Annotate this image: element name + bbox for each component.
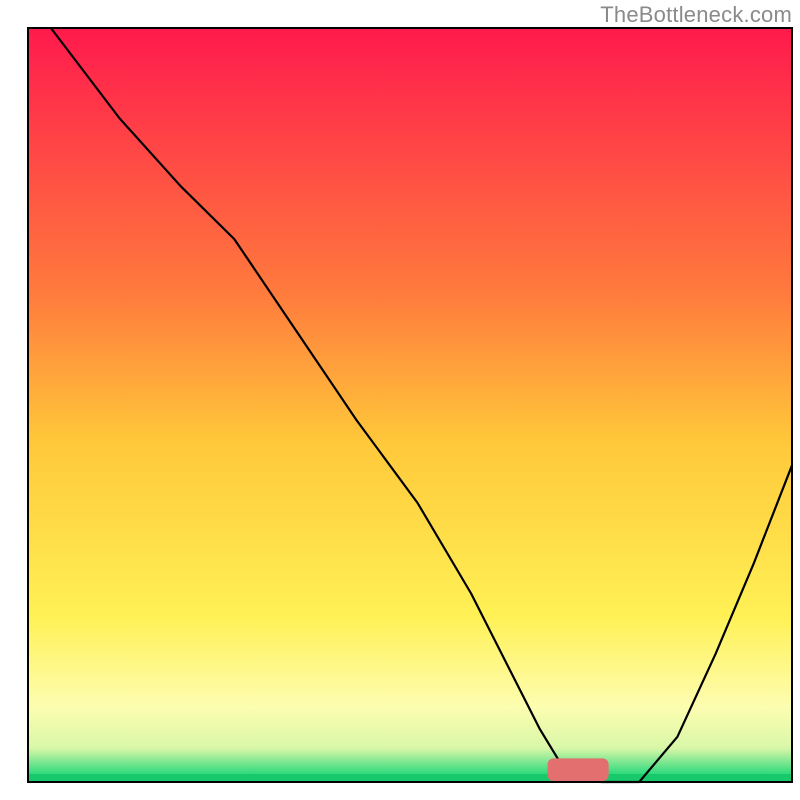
plot-background: [28, 28, 792, 782]
chart-canvas: TheBottleneck.com: [0, 0, 800, 800]
baseline-strip: [28, 774, 792, 782]
bottleneck-chart: [0, 0, 800, 800]
watermark-text: TheBottleneck.com: [600, 2, 792, 28]
optimal-range-marker: [548, 758, 609, 781]
